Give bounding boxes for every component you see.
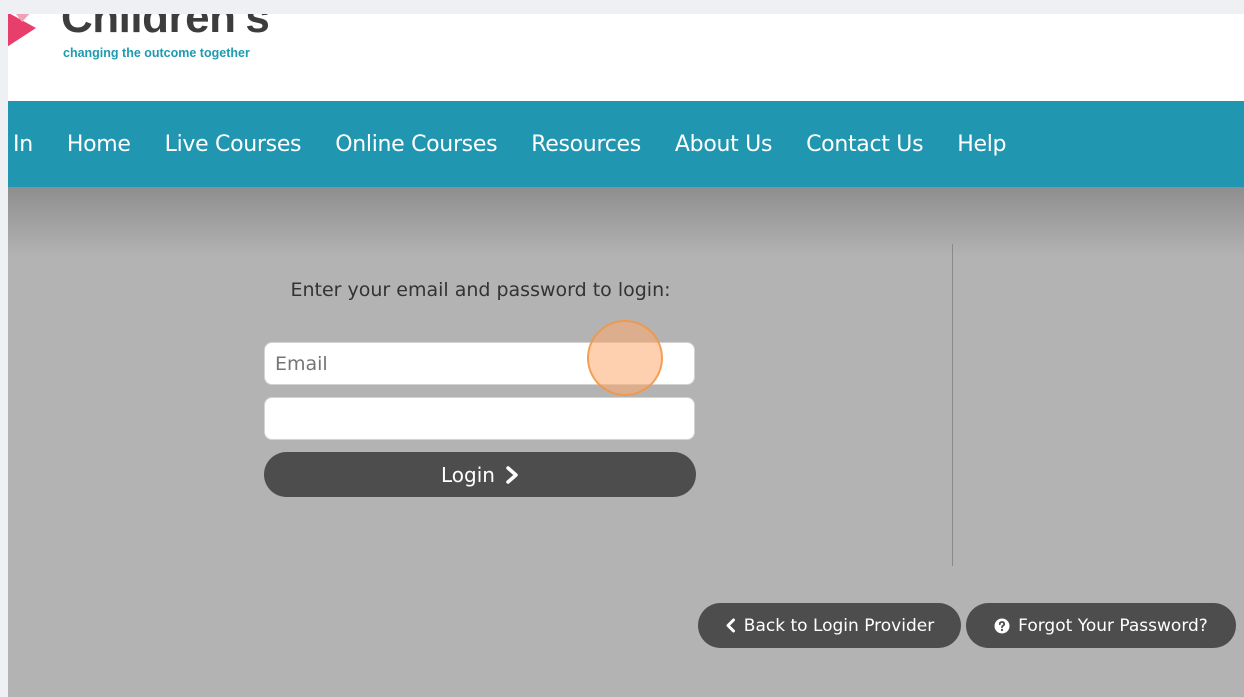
- question-circle-icon: [994, 618, 1010, 633]
- login-prompt: Enter your email and password to login:: [290, 279, 671, 301]
- page-frame: Children's changing the outcome together…: [8, 14, 1244, 697]
- nav-item-home[interactable]: Home: [67, 132, 131, 157]
- chevron-right-icon: [506, 465, 518, 484]
- forgot-button-label: Forgot Your Password?: [1018, 615, 1208, 636]
- back-button-label: Back to Login Provider: [743, 615, 935, 636]
- logo-wordmark[interactable]: Children's: [61, 14, 270, 40]
- back-to-login-provider-button[interactable]: Back to Login Provider: [698, 603, 961, 648]
- content-shadow: [8, 187, 1244, 257]
- login-button[interactable]: Login: [264, 452, 696, 497]
- password-input[interactable]: [264, 397, 695, 440]
- main-nav: In Home Live Courses Online Courses Reso…: [8, 101, 1244, 187]
- vertical-divider: [952, 244, 953, 566]
- click-indicator: [587, 320, 663, 396]
- chevron-left-icon: [726, 618, 735, 633]
- nav-item-in[interactable]: In: [13, 132, 33, 157]
- nav-item-contact-us[interactable]: Contact Us: [806, 132, 923, 157]
- logo-tagline: changing the outcome together: [63, 46, 250, 60]
- nav-item-resources[interactable]: Resources: [531, 132, 641, 157]
- nav-item-about-us[interactable]: About Us: [675, 132, 773, 157]
- forgot-password-button[interactable]: Forgot Your Password?: [966, 603, 1236, 648]
- login-button-label: Login: [441, 462, 495, 487]
- nav-item-live-courses[interactable]: Live Courses: [165, 132, 302, 157]
- nav-item-online-courses[interactable]: Online Courses: [335, 132, 497, 157]
- nav-item-help[interactable]: Help: [957, 132, 1006, 157]
- logo-mark-icon: [8, 14, 36, 47]
- site-header: Children's changing the outcome together: [8, 14, 1244, 101]
